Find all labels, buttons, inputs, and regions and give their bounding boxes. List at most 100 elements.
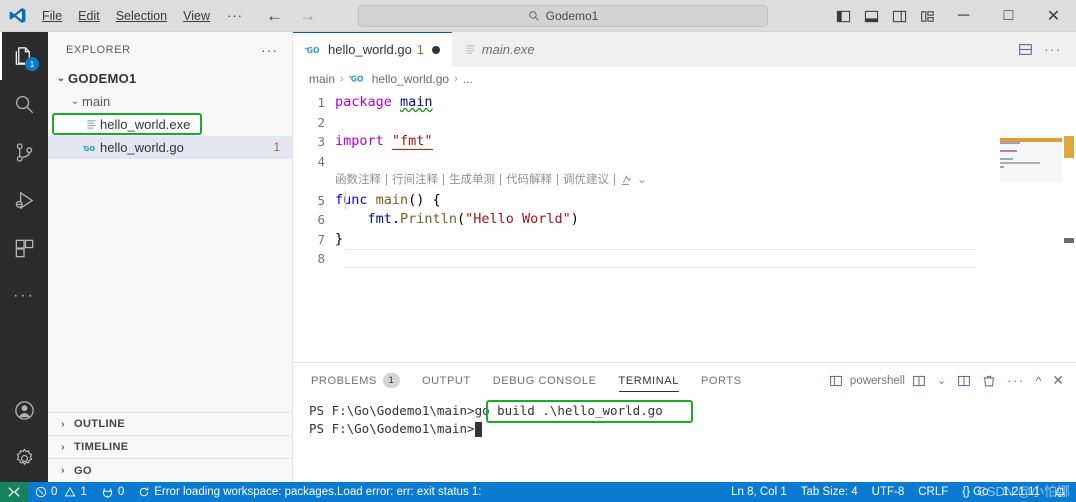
panel-tab-bar: PROBLEMS 1 OUTPUT DEBUG CONSOLE TERMINAL…	[293, 363, 1076, 398]
tree-item-hello-world-go[interactable]: GO hello_world.go 1	[48, 136, 292, 159]
tab-hello-world-go[interactable]: GO hello_world.go 1	[293, 32, 452, 67]
maximize-panel-icon[interactable]: ^	[1032, 363, 1046, 398]
sidebar-header: EXPLORER ···	[48, 32, 292, 67]
forward-arrow-icon[interactable]: →	[299, 7, 316, 24]
activitybar-item-run-and-debug[interactable]	[0, 176, 48, 224]
menu-bar: File Edit Selection View ···	[34, 5, 252, 26]
copilot-sparkle-icon[interactable]	[620, 174, 633, 187]
panel-tab-terminal[interactable]: TERMINAL	[618, 363, 680, 398]
breadcrumb-item-symbol[interactable]: ...	[463, 72, 473, 86]
activitybar-item-more-views[interactable]: ···	[0, 272, 48, 320]
tab-label: main.exe	[481, 42, 535, 57]
menu-selection[interactable]: Selection	[108, 6, 175, 26]
codelens-inline-comment[interactable]: 行间注释	[392, 171, 438, 191]
menu-view[interactable]: View	[175, 6, 218, 26]
toggle-primary-sidebar-icon[interactable]	[829, 0, 857, 32]
status-language-mode[interactable]: {} Go	[955, 482, 995, 502]
tree-item-main-folder[interactable]: ⌄ main	[48, 90, 292, 113]
toggle-secondary-sidebar-icon[interactable]	[885, 0, 913, 32]
activitybar-item-extensions[interactable]	[0, 224, 48, 272]
terminal-cursor	[474, 421, 482, 437]
back-arrow-icon[interactable]: ←	[266, 7, 283, 24]
more-editor-actions-icon[interactable]: ···	[1040, 32, 1066, 67]
close-panel-icon[interactable]: ✕	[1048, 363, 1068, 398]
codelens-optimization-advice[interactable]: 调优建议	[563, 171, 609, 191]
code-editor[interactable]: 1 2 3 4 5 6 7 8 package main import "fmt…	[293, 90, 1076, 362]
editor-overview-ruler[interactable]	[1062, 90, 1076, 362]
customize-layout-icon[interactable]	[913, 0, 941, 32]
activitybar-item-manage-settings[interactable]	[0, 434, 48, 482]
panel-tab-problems[interactable]: PROBLEMS 1	[311, 363, 400, 398]
svg-text:GO: GO	[84, 144, 96, 152]
terminal-profile-chevron-icon[interactable]: ⌄	[933, 363, 950, 398]
tree-item-hello-world-exe[interactable]: hello_world.exe	[48, 113, 292, 136]
codelens-explain-code[interactable]: 代码解释	[506, 171, 552, 191]
line-number: 2	[317, 114, 325, 130]
chevron-down-icon: ⌄	[56, 73, 66, 84]
window-maximize-button[interactable]: □	[986, 0, 1031, 32]
status-tab-size[interactable]: Tab Size: 4	[794, 482, 865, 502]
minimap[interactable]	[1000, 90, 1062, 362]
activitybar-item-accounts[interactable]	[0, 386, 48, 434]
sidebar-section-label: GO	[74, 464, 92, 477]
window-close-button[interactable]: ✕	[1031, 0, 1076, 32]
tab-dirty-indicator[interactable]	[431, 45, 440, 54]
breadcrumb-item-main[interactable]: main	[309, 72, 335, 86]
status-bell-icon[interactable]	[1047, 482, 1076, 502]
window-minimize-button[interactable]: ─	[941, 0, 986, 32]
sidebar-section-outline[interactable]: › OUTLINE	[48, 413, 292, 436]
status-workspace-message[interactable]: Error loading workspace: packages.Load e…	[131, 482, 491, 502]
keyword-func: func	[335, 191, 368, 208]
tab-main-exe[interactable]: main.exe	[451, 32, 547, 67]
panel-tab-label: DEBUG CONSOLE	[492, 374, 597, 387]
split-terminal-button[interactable]	[908, 363, 930, 398]
status-cursor-position[interactable]: Ln 8, Col 1	[724, 482, 794, 502]
terminal-output[interactable]: PS F:\Go\Godemo1\main> go build .\hello_w…	[293, 398, 1076, 482]
split-panel-button[interactable]	[953, 363, 975, 398]
new-terminal-button[interactable]	[825, 363, 847, 398]
status-eol[interactable]: CRLF	[911, 482, 955, 502]
package-name: main	[400, 94, 433, 110]
vscode-logo-icon	[0, 6, 34, 25]
menu-file[interactable]: File	[34, 6, 70, 26]
error-count: 0	[51, 486, 58, 498]
status-ports[interactable]: 0	[94, 482, 131, 502]
menu-more[interactable]: ···	[218, 5, 252, 26]
sidebar-section-timeline[interactable]: › TIMELINE	[48, 436, 292, 459]
status-remote-indicator[interactable]	[0, 482, 28, 502]
kill-terminal-button[interactable]	[978, 363, 1000, 398]
menu-edit[interactable]: Edit	[70, 6, 108, 26]
panel-tab-output[interactable]: OUTPUT	[422, 363, 471, 398]
codelens-chevron-down-icon[interactable]: ⌄	[637, 171, 647, 191]
panel-tab-label: TERMINAL	[618, 374, 679, 387]
more-panel-actions-icon[interactable]: ···	[1003, 363, 1029, 398]
code-content[interactable]: package main import "fmt" 函数注释 | 行间注释 | …	[335, 90, 1076, 362]
split-editor-down-icon[interactable]	[1012, 32, 1038, 67]
activitybar-item-source-control[interactable]	[0, 128, 48, 176]
activitybar-item-explorer[interactable]: 1	[0, 32, 48, 80]
line-number-gutter: 1 2 3 4 5 6 7 8	[293, 90, 335, 362]
toggle-panel-icon[interactable]	[857, 0, 885, 32]
code-line-1: package main	[335, 93, 1076, 113]
quick-search-input[interactable]: Godemo1	[358, 4, 768, 27]
activitybar-item-search[interactable]	[0, 80, 48, 128]
panel-tab-ports[interactable]: PORTS	[701, 363, 742, 398]
sidebar-section-go[interactable]: › GO	[48, 459, 292, 482]
sidebar-more-actions-icon[interactable]: ···	[261, 42, 278, 58]
codelens-bar[interactable]: 函数注释 | 行间注释 | 生成单测 | 代码解释 | 调优建议 | ⌄	[335, 171, 1076, 191]
minimap-slider[interactable]	[1000, 136, 1062, 182]
terminal-prompt: PS F:\Go\Godemo1\main>	[309, 421, 475, 436]
binary-file-icon	[464, 43, 477, 56]
svg-text:GO: GO	[307, 46, 320, 55]
status-go-version[interactable]: 1.21.11	[995, 482, 1047, 502]
status-encoding[interactable]: UTF-8	[865, 482, 912, 502]
codelens-func-comment[interactable]: 函数注释	[335, 171, 381, 191]
status-problems[interactable]: 0 1	[28, 482, 94, 502]
tree-item-godemo1[interactable]: ⌄ GODEMO1	[48, 67, 292, 90]
search-icon	[13, 93, 36, 116]
brace-close: }	[335, 230, 344, 247]
tab-label: hello_world.go	[328, 42, 412, 57]
breadcrumb-item-file[interactable]: hello_world.go	[372, 72, 449, 86]
panel-tab-debug-console[interactable]: DEBUG CONSOLE	[493, 363, 597, 398]
codelens-generate-unit-test[interactable]: 生成单测	[449, 171, 495, 191]
